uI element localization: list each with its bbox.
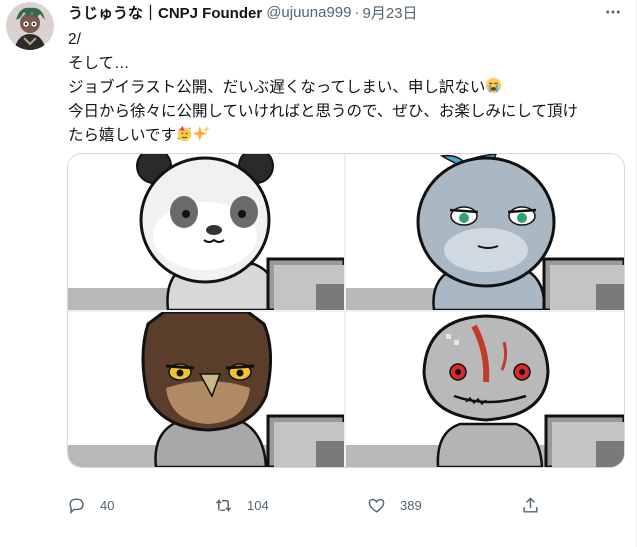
author-name[interactable]: うじゅうな｜CNPJ Founder <box>68 2 262 23</box>
retweet-icon <box>215 498 232 512</box>
retweet-button[interactable]: 104 <box>214 490 269 520</box>
like-button[interactable]: 389 <box>367 490 422 520</box>
tweet-header: うじゅうな｜CNPJ Founder @ujuuna999 · 9月23日 <box>68 2 418 22</box>
heart-icon <box>368 498 385 513</box>
share-icon <box>523 496 538 513</box>
tweet-line-intro: そして… <box>68 55 130 72</box>
tweet-line-announcement: 今日から徐々に公開していければと思うので、ぜひ、お楽しみにして頂け <box>68 103 578 120</box>
loudly-crying-face-icon <box>486 77 502 94</box>
sparkles-icon <box>193 125 211 142</box>
tweet-line-thread-number: 2/ <box>68 31 81 48</box>
tweet-line-apology: ジョブイラスト公開、だいぶ遅くなってしまい、申し訳ない <box>68 76 623 100</box>
image-panda[interactable] <box>68 154 344 310</box>
more-button[interactable] <box>603 2 623 22</box>
image-gray-blue-creature[interactable] <box>346 154 624 310</box>
share-button[interactable] <box>521 490 540 520</box>
partying-face-icon <box>177 125 192 142</box>
retweet-count: 104 <box>247 497 269 513</box>
reply-icon <box>69 497 84 514</box>
tweet-text: 2/ そして… ジョブイラスト公開、だいぶ遅くなってしまい、申し訳ない 今日から… <box>68 28 623 148</box>
image-gray-lizard[interactable] <box>346 312 624 467</box>
tweet-date[interactable]: 9月23日 <box>363 2 418 23</box>
tweet-actions: 40 104 389 <box>0 490 637 520</box>
reply-button[interactable]: 40 <box>67 490 114 520</box>
more-horizontal-icon <box>606 10 620 14</box>
media-grid <box>67 153 625 468</box>
tweet-line-closing: たら嬉しいです <box>68 124 623 148</box>
image-brown-owl[interactable] <box>68 312 344 467</box>
author-handle[interactable]: @ujuuna999 <box>266 4 351 21</box>
avatar[interactable] <box>6 2 54 50</box>
reply-count: 40 <box>100 497 115 513</box>
like-count: 389 <box>400 497 422 513</box>
separator-dot: · <box>354 3 360 21</box>
